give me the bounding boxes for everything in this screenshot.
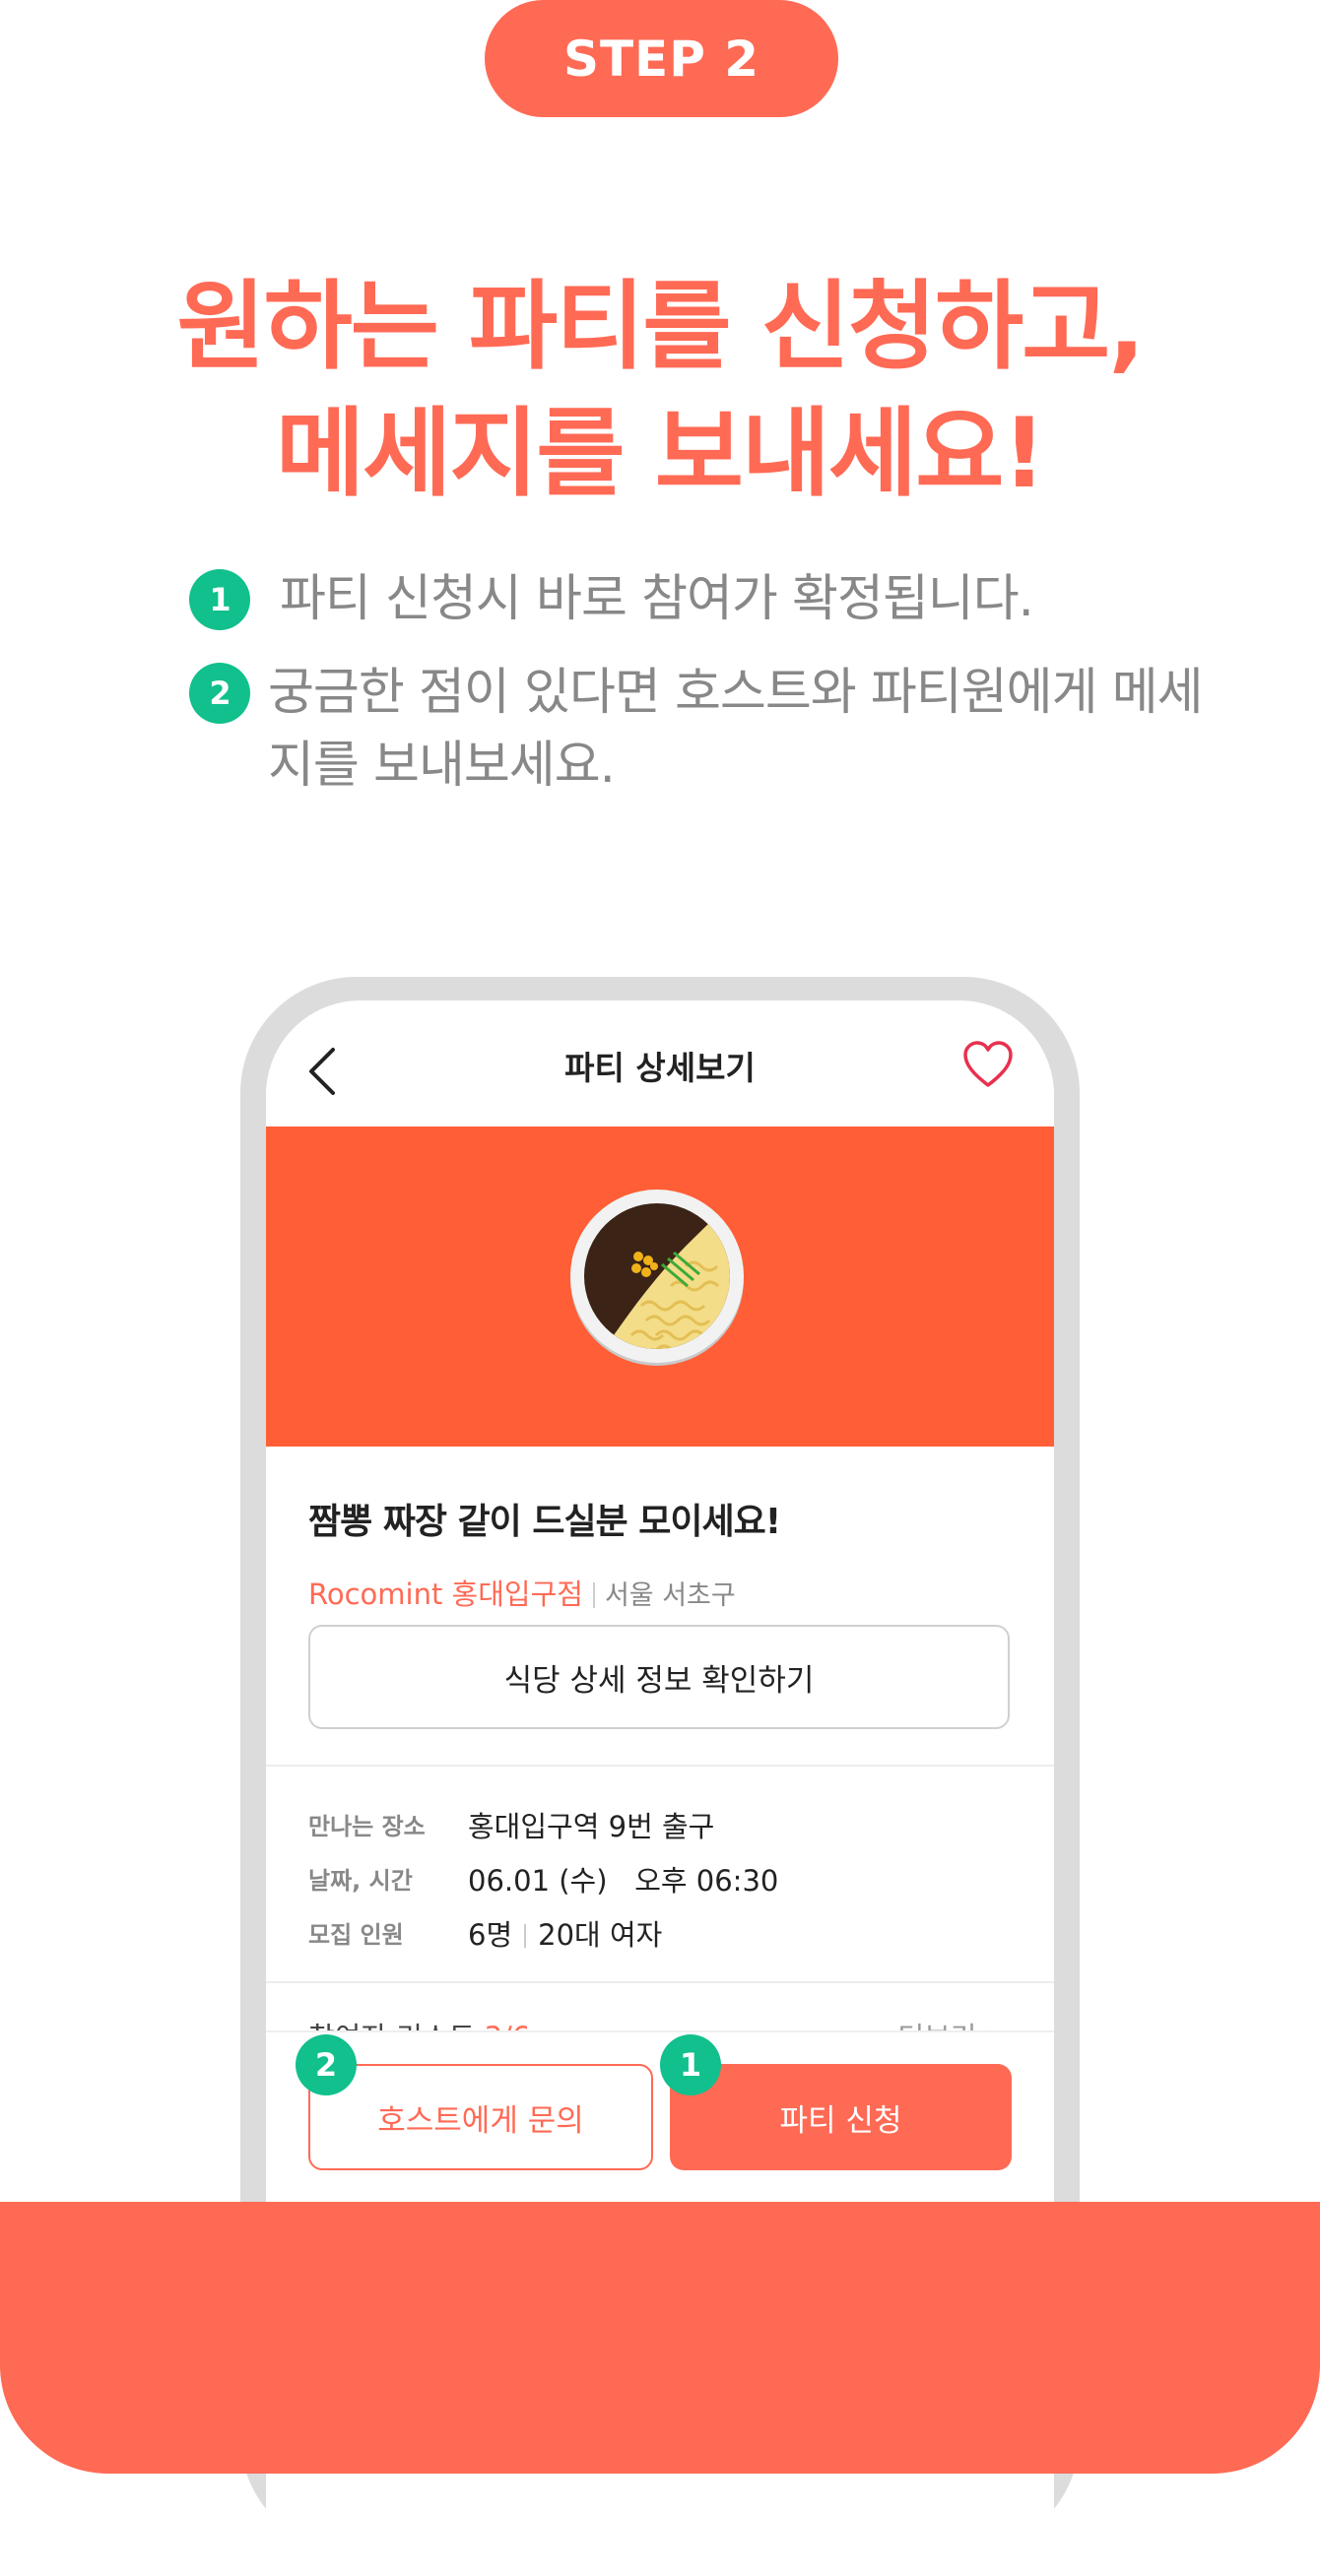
bottom-background: [0, 2202, 1320, 2474]
restaurant-name[interactable]: Rocomint 홍대입구점: [308, 1578, 583, 1611]
step-badge-2: 2: [296, 2034, 357, 2095]
separator: [524, 1924, 527, 1948]
ask-host-button[interactable]: 호스트에게 문의: [308, 2064, 653, 2170]
app-nav-bar: 파티 상세보기: [266, 1000, 1054, 1127]
detail-row-datetime: 날짜, 시간 06.01 (수) 오후 06:30: [308, 1858, 778, 1900]
separator: [592, 1582, 595, 1608]
member-count: 6명: [468, 1918, 513, 1952]
step-label: STEP 2: [485, 0, 838, 117]
detail-row-members: 모집 인원 6명 20대 여자: [308, 1912, 662, 1954]
headline-line-2: 메세지를 보내세요!: [275, 398, 1046, 510]
noodle-bowl-icon: [570, 1190, 744, 1366]
nav-title: 파티 상세보기: [564, 1049, 756, 1087]
party-title: 짬뽕 짜장 같이 드실분 모이세요!: [308, 1502, 781, 1542]
step-text-1: 파티 신청시 바로 참여가 확정됩니다.: [280, 570, 1034, 628]
step-bullet-2: 2 궁금한 점이 있다면 호스트와 파티원에게 메세지를 보내보세요.: [189, 657, 1204, 803]
detail-value: 6명 20대 여자: [468, 1912, 662, 1954]
detail-label: 만나는 장소: [308, 1813, 426, 1840]
restaurant-info-button[interactable]: 식당 상세 정보 확인하기: [308, 1625, 1010, 1729]
detail-label: 날짜, 시간: [308, 1867, 413, 1895]
detail-value: 홍대입구역 9번 출구: [468, 1810, 715, 1843]
step-text-2: 궁금한 점이 있다면 호스트와 파티원에게 메세지를 보내보세요.: [268, 664, 1204, 795]
step-number-1: 1: [189, 569, 250, 630]
apply-party-button[interactable]: 파티 신청: [670, 2064, 1012, 2170]
detail-value: 06.01 (수) 오후 06:30: [468, 1864, 779, 1898]
party-banner: [266, 1127, 1054, 1447]
detail-label: 모집 인원: [308, 1921, 404, 1949]
step-badge-1: 1: [660, 2034, 721, 2095]
restaurant-line: Rocomint 홍대입구점 서울 서초구: [308, 1572, 736, 1613]
restaurant-region: 서울 서초구: [604, 1580, 736, 1611]
step-bullet-1: 1 파티 신청시 바로 참여가 확정됩니다.: [189, 563, 1034, 636]
member-condition: 20대 여자: [538, 1918, 663, 1952]
headline-line-1: 원하는 파티를 신청하고,: [176, 271, 1145, 383]
section-divider: [266, 1981, 1054, 1983]
step-number-2: 2: [189, 663, 250, 724]
detail-row-place: 만나는 장소 홍대입구역 9번 출구: [308, 1804, 714, 1845]
section-divider: [266, 1765, 1054, 1767]
heart-outline-icon[interactable]: [961, 1040, 1015, 1089]
